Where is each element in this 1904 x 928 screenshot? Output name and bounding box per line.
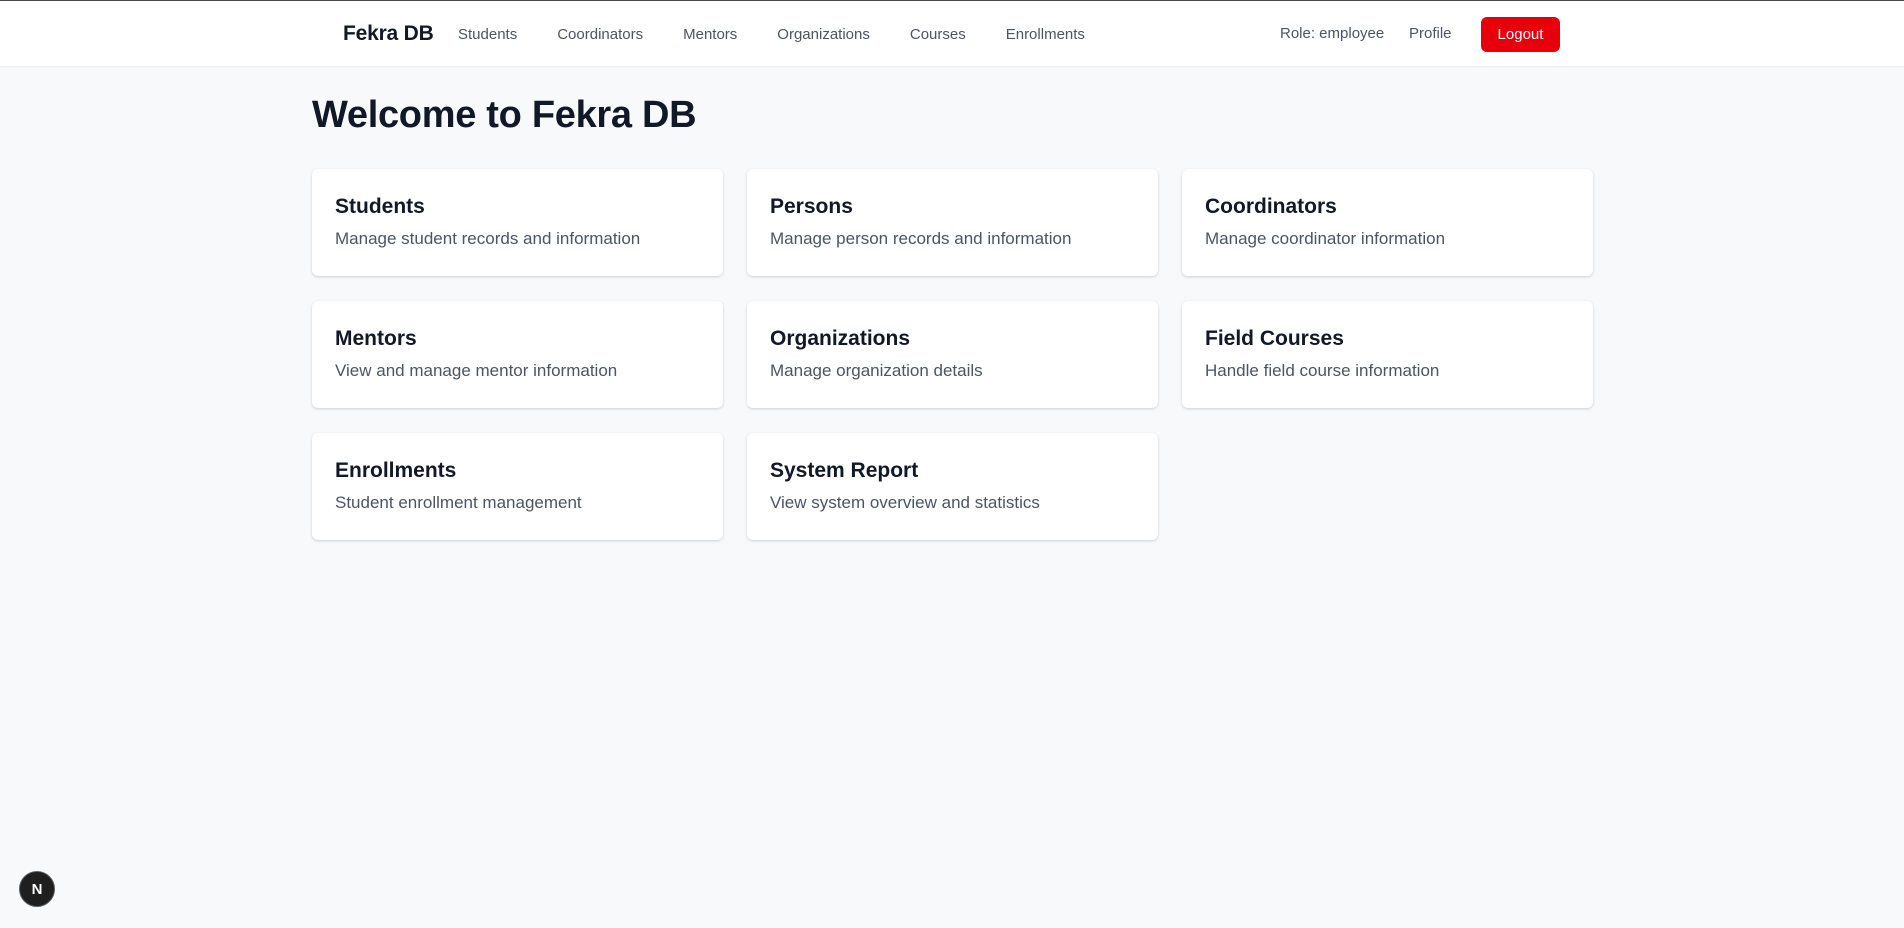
brand-logo[interactable]: Fekra DB	[343, 22, 434, 46]
nav-link-students[interactable]: Students	[458, 26, 517, 43]
card-coordinators[interactable]: Coordinators Manage coordinator informat…	[1182, 169, 1593, 276]
card-description: Handle field course information	[1205, 361, 1440, 380]
nav-link-courses[interactable]: Courses	[910, 26, 966, 43]
nav-link-organizations[interactable]: Organizations	[777, 26, 870, 43]
dashboard-card-grid: Students Manage student records and info…	[312, 169, 1593, 540]
card-description: View system overview and statistics	[770, 493, 1040, 512]
card-description: Student enrollment management	[335, 493, 582, 512]
nav-link-enrollments[interactable]: Enrollments	[1006, 26, 1085, 43]
card-title: Persons	[770, 195, 853, 218]
card-title: Enrollments	[335, 459, 457, 482]
card-title: Field Courses	[1205, 327, 1344, 350]
card-description: Manage coordinator information	[1205, 229, 1446, 248]
card-title: System Report	[770, 459, 919, 482]
card-description: Manage student records and information	[335, 229, 641, 248]
card-mentors[interactable]: Mentors View and manage mentor informati…	[312, 301, 723, 408]
card-title: Coordinators	[1205, 195, 1337, 218]
card-title: Students	[335, 195, 425, 218]
nav-link-coordinators[interactable]: Coordinators	[557, 26, 643, 43]
card-persons[interactable]: Persons Manage person records and inform…	[747, 169, 1158, 276]
role-label: Role: employee	[1280, 25, 1385, 42]
card-field-courses[interactable]: Field Courses Handle field course inform…	[1182, 301, 1593, 408]
card-description: Manage organization details	[770, 361, 983, 380]
logout-button[interactable]: Logout	[1481, 17, 1560, 52]
card-description: View and manage mentor information	[335, 361, 618, 380]
main-nav: Students Coordinators Mentors Organizati…	[458, 26, 1125, 43]
profile-link[interactable]: Profile	[1409, 25, 1452, 42]
nextjs-dev-indicator-icon[interactable]: N	[19, 871, 55, 907]
page-title: Welcome to Fekra DB	[312, 94, 697, 136]
nav-link-mentors[interactable]: Mentors	[683, 26, 737, 43]
card-description: Manage person records and information	[770, 229, 1072, 248]
card-students[interactable]: Students Manage student records and info…	[312, 169, 723, 276]
card-system-report[interactable]: System Report View system overview and s…	[747, 433, 1158, 540]
card-organizations[interactable]: Organizations Manage organization detail…	[747, 301, 1158, 408]
card-enrollments[interactable]: Enrollments Student enrollment managemen…	[312, 433, 723, 540]
card-title: Mentors	[335, 327, 417, 350]
top-navbar: Fekra DB Students Coordinators Mentors O…	[0, 0, 1904, 66]
card-title: Organizations	[770, 327, 911, 350]
